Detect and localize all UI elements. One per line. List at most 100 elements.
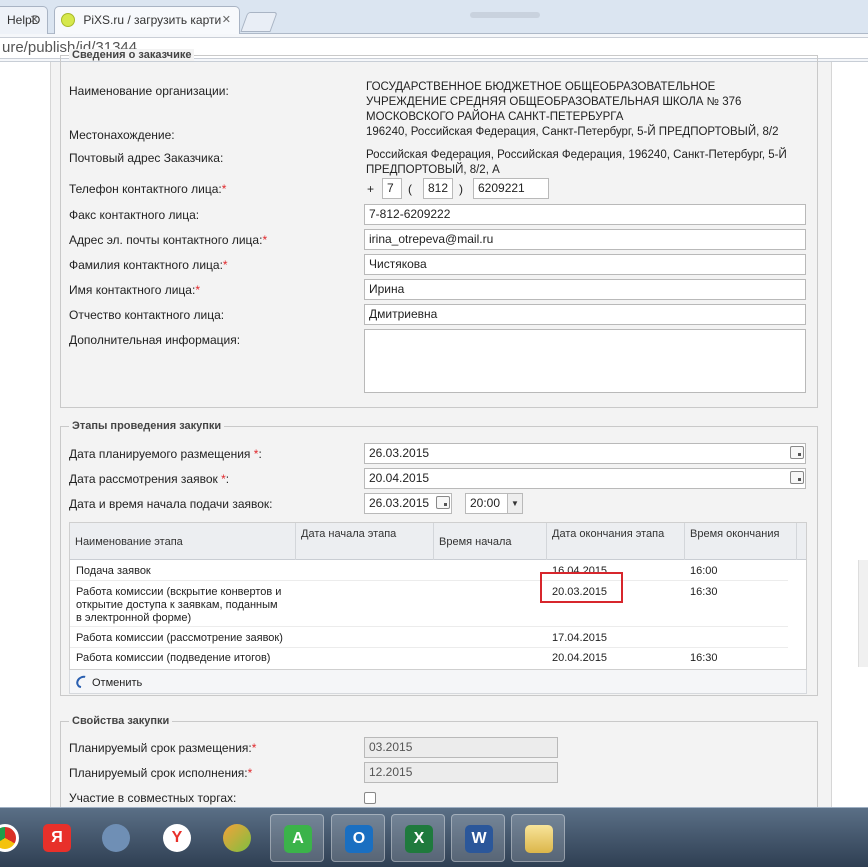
column-header-end-time[interactable]: Время окончания xyxy=(685,523,797,560)
required-mark: * xyxy=(222,258,228,272)
required-mark: * xyxy=(251,741,257,755)
name-label-text: Имя контактного лица: xyxy=(69,283,196,297)
stages-table: Наименование этапа Дата начала этапа Вре… xyxy=(69,522,868,670)
execution-term-label-text: Планируемый срок исполнения: xyxy=(69,766,248,780)
placement-term-label: Планируемый срок размещения:* xyxy=(69,741,256,755)
table-row[interactable]: Подача заявок 16.04.2015 16:00 xyxy=(70,560,788,581)
new-tab-button[interactable] xyxy=(240,12,278,32)
review-date-input[interactable]: 20.04.2015 xyxy=(364,468,806,489)
word-icon: W xyxy=(465,825,493,853)
yandex-browser-icon: Y xyxy=(163,824,191,852)
location-label: Местонахождение: xyxy=(69,128,175,142)
extra-info-textarea[interactable] xyxy=(364,329,806,393)
review-date-label: Дата рассмотрения заявок *: xyxy=(69,472,230,486)
patronymic-label: Отчество контактного лица: xyxy=(69,308,225,322)
cell-stage-name: Работа комиссии (вскрытие конвертов и от… xyxy=(76,586,282,624)
execution-term-label: Планируемый срок исполнения:* xyxy=(69,766,252,780)
calendar-icon[interactable] xyxy=(790,446,804,459)
cell-stage-name: Подача заявок xyxy=(76,565,151,577)
required-mark: * xyxy=(221,472,226,486)
column-header-stage-name[interactable]: Наименование этапа xyxy=(70,523,296,560)
phone-paren-close: ) xyxy=(459,182,463,196)
calendar-icon[interactable] xyxy=(436,496,450,509)
required-mark: * xyxy=(262,233,268,247)
pixs-favicon-icon xyxy=(61,13,75,27)
planned-date-label-text: Дата планируемого размещения xyxy=(69,447,251,461)
table-row[interactable]: Работа комиссии (подведение итогов) 20.0… xyxy=(70,648,788,667)
taskbar-yandex[interactable]: Я xyxy=(30,814,84,862)
phone-code-input[interactable]: 812 xyxy=(423,178,453,199)
browser-tab-bar: HelpD ✕ PiXS.ru / загрузить карти ✕ xyxy=(0,0,868,34)
taskbar: Я Y A O X W xyxy=(0,807,868,867)
folder-icon xyxy=(525,825,553,853)
placement-term-input[interactable]: 03.2015 xyxy=(364,737,558,758)
start-datetime-label: Дата и время начала подачи заявок: xyxy=(69,497,273,511)
outlook-icon: O xyxy=(345,825,373,853)
required-mark: * xyxy=(195,283,200,297)
taskbar-chrome[interactable] xyxy=(0,814,32,862)
column-header-end-date[interactable]: Дата окончания этапа xyxy=(547,523,685,560)
name-label: Имя контактного лица:* xyxy=(69,283,200,297)
taskbar-folder[interactable] xyxy=(511,814,565,862)
org-name-value: ГОСУДАРСТВЕННОЕ БЮДЖЕТНОЕ ОБЩЕОБРАЗОВАТЕ… xyxy=(366,81,742,123)
phone-number-input[interactable]: 6209221 xyxy=(473,178,549,199)
tab-label: PiXS.ru / загрузить карти xyxy=(83,13,222,27)
cell-end-date: 17.04.2015 xyxy=(552,632,608,644)
fieldset-legend: Этапы проведения закупки xyxy=(69,420,225,432)
table-footer: Отменить xyxy=(69,670,807,694)
taskbar-yandex-browser[interactable]: Y xyxy=(150,814,204,862)
review-date-label-text: Дата рассмотрения заявок xyxy=(69,472,218,486)
phone-label-text: Телефон контактного лица: xyxy=(69,182,222,196)
taskbar-green-app[interactable]: A xyxy=(270,814,324,862)
phone-country-input[interactable]: 7 xyxy=(382,178,402,199)
postal-label: Почтовый адрес Заказчика: xyxy=(69,151,224,165)
speaker-icon xyxy=(102,824,130,852)
excel-icon: X xyxy=(405,825,433,853)
joint-tender-checkbox[interactable] xyxy=(364,792,376,804)
column-header-start-time[interactable]: Время начала xyxy=(434,523,547,560)
email-input[interactable]: irina_otrepeva@mail.ru xyxy=(364,229,806,250)
cell-end-time: 16:30 xyxy=(690,652,718,664)
name-input[interactable]: Ирина xyxy=(364,279,806,300)
taskbar-excel[interactable]: X xyxy=(391,814,445,862)
blurred-region xyxy=(470,12,540,18)
execution-term-input[interactable]: 12.2015 xyxy=(364,762,558,783)
browser-tab-helpd[interactable]: HelpD ✕ xyxy=(0,6,48,34)
taskbar-speaker[interactable] xyxy=(89,814,143,862)
table-header: Наименование этапа Дата начала этапа Вре… xyxy=(70,523,806,560)
cancel-button[interactable]: Отменить xyxy=(73,673,142,691)
calendar-icon[interactable] xyxy=(790,471,804,484)
close-icon[interactable]: ✕ xyxy=(222,7,231,33)
browser-tab-pixs[interactable]: PiXS.ru / загрузить карти ✕ xyxy=(54,6,240,34)
taskbar-word[interactable]: W xyxy=(451,814,505,862)
column-header-start-date[interactable]: Дата начала этапа xyxy=(296,523,434,560)
extra-info-label: Дополнительная информация: xyxy=(69,333,241,347)
surname-input[interactable]: Чистякова xyxy=(364,254,806,275)
planned-date-input[interactable]: 26.03.2015 xyxy=(364,443,806,464)
close-icon[interactable]: ✕ xyxy=(30,7,39,33)
start-time-value: 20:00 xyxy=(470,496,501,510)
surname-label: Фамилия контактного лица:* xyxy=(69,258,228,272)
cell-stage-name: Работа комиссии (подведение итогов) xyxy=(76,652,271,664)
table-row[interactable]: Работа комиссии (вскрытие конвертов и от… xyxy=(70,581,788,627)
cell-end-time: 16:00 xyxy=(690,565,718,577)
taskbar-outlook[interactable]: O xyxy=(331,814,385,862)
org-name-label: Наименование организации: xyxy=(69,84,229,98)
table-row[interactable]: Работа комиссии (рассмотрение заявок) 17… xyxy=(70,627,788,648)
chevron-down-icon[interactable]: ▼ xyxy=(507,494,522,513)
highlight-annotation xyxy=(540,572,623,603)
cell-end-time: 16:30 xyxy=(690,586,718,598)
chrome-icon xyxy=(0,824,19,852)
email-label: Адрес эл. почты контактного лица:* xyxy=(69,233,267,247)
fax-input[interactable]: 7-812-6209222 xyxy=(364,204,806,225)
placement-term-label-text: Планируемый срок размещения: xyxy=(69,741,252,755)
fax-label: Факс контактного лица: xyxy=(69,208,200,222)
phone-paren-open: ( xyxy=(408,182,412,196)
cell-stage-name: Работа комиссии (рассмотрение заявок) xyxy=(76,632,283,644)
taskbar-disk[interactable] xyxy=(210,814,264,862)
disk-icon xyxy=(223,824,251,852)
table-scrollbar[interactable] xyxy=(858,560,868,667)
required-mark: * xyxy=(247,766,253,780)
fieldset-legend: Свойства закупки xyxy=(69,715,173,727)
patronymic-input[interactable]: Дмитриевна xyxy=(364,304,806,325)
